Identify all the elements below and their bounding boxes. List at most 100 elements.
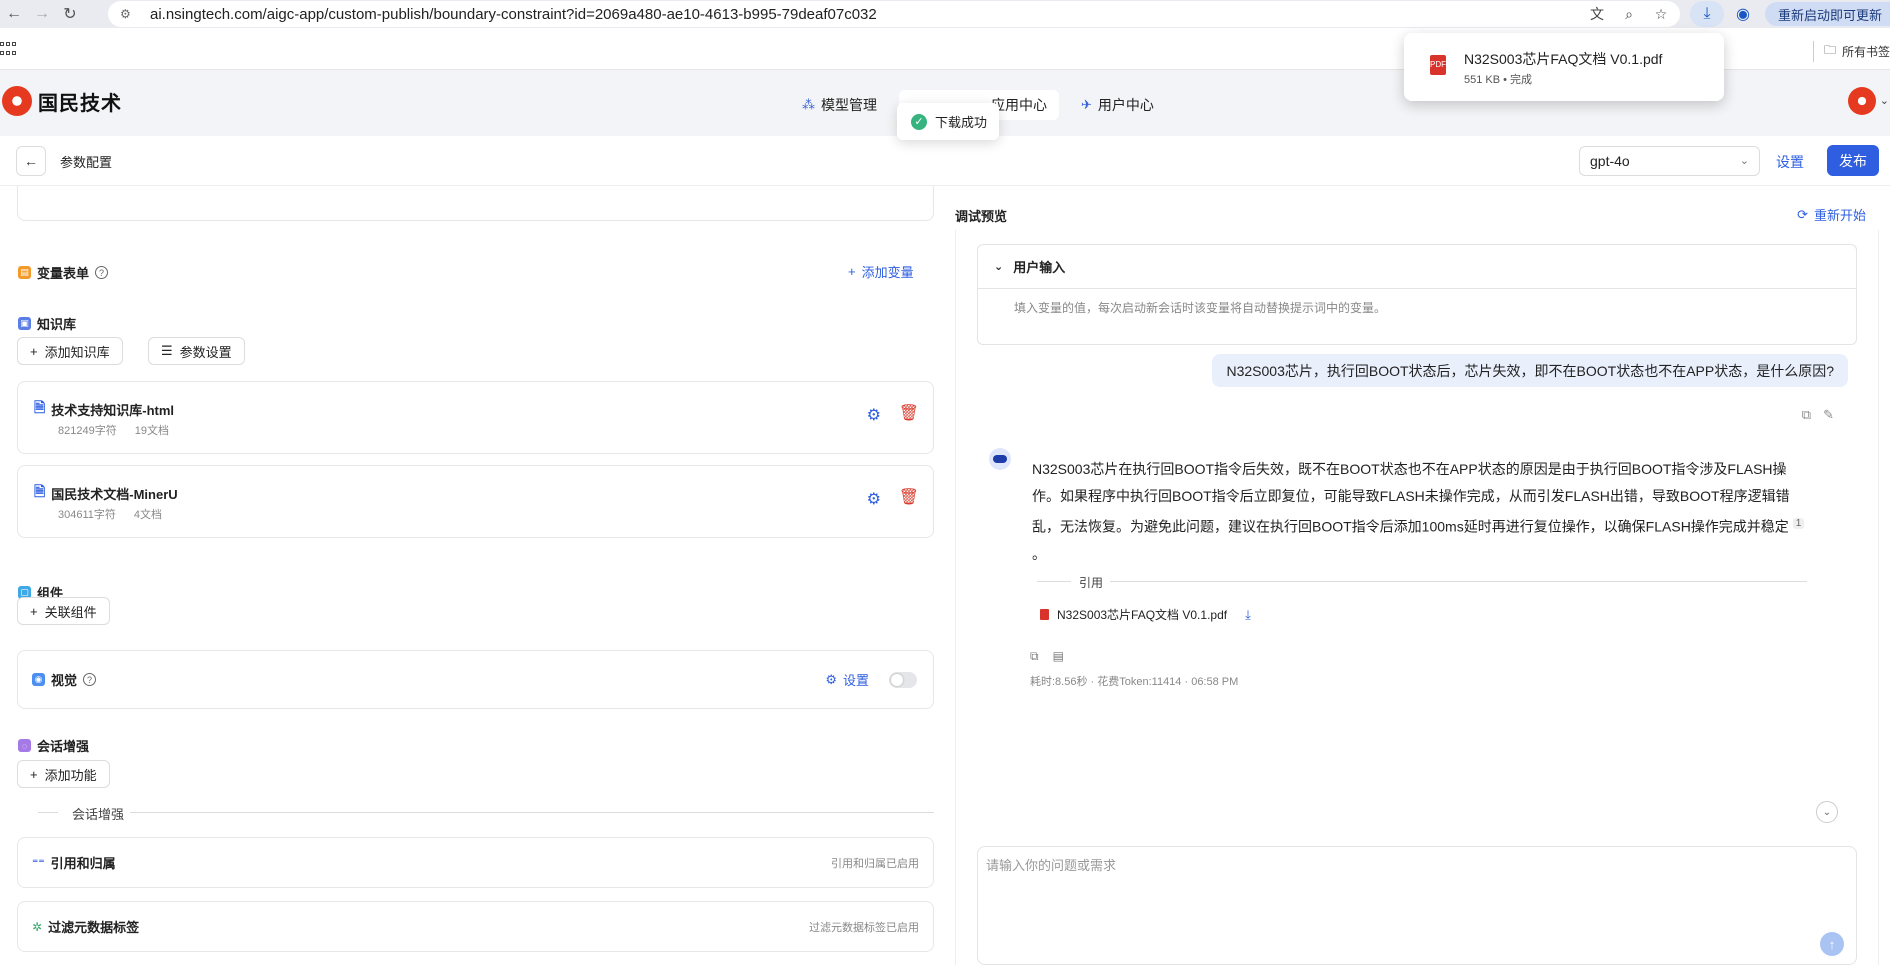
site-settings-icon[interactable]: ⚙ [120,7,136,21]
add-feature-button[interactable]: + 添加功能 [17,760,110,788]
knowledge-item[interactable]: 🗎 技术支持知识库-html 821249字符 19文档 ⚙ 🗑 [17,381,934,454]
back-arrow-icon[interactable]: ← [0,0,28,28]
reload-icon[interactable]: ↻ [56,0,84,28]
answer-tail: 。 [1032,545,1046,562]
metadata-filter-card[interactable]: ✲ 过滤元数据标签 过滤元数据标签已启用 [17,901,934,952]
knowledge-section-title: ▣ 知识库 [18,314,76,333]
divider [130,812,934,813]
variables-title: 变量表单 [37,266,90,281]
link-component-button[interactable]: + 关联组件 [17,597,110,625]
update-button[interactable]: 重新启动即可更新 [1765,2,1890,26]
prompt-card[interactable] [17,186,934,221]
zoom-icon[interactable]: ⌕ [1618,6,1640,23]
knowledge-item-name: 🗎 国民技术文档-MinerU [34,481,178,505]
model-select[interactable]: gpt-4o ⌄ [1579,146,1760,176]
chevron-down-icon: ⌄ [1739,155,1749,167]
divider [1110,581,1807,582]
param-settings-button[interactable]: ☰ 参数设置 [148,337,245,365]
char-count: 304611字符 [58,509,116,521]
knowledge-item-meta: 821249字符 19文档 [58,422,169,438]
chevron-down-icon[interactable]: ⌄ [1880,94,1889,107]
knowledge-item-label: 技术支持知识库-html [51,402,175,418]
gear-icon: ⚙ [825,671,837,687]
vision-card: ◉ 视觉 ? ⚙ 设置 [17,650,934,709]
reference-file-name[interactable]: N32S003芯片FAQ文档 V0.1.pdf [1057,606,1227,623]
help-icon[interactable]: ? [95,266,109,279]
plus-icon: + [30,766,38,782]
metadata-filter-label: 过滤元数据标签 [48,920,140,935]
edit-icon[interactable]: ✎ [1823,407,1834,423]
help-icon[interactable]: ? [83,673,97,686]
all-bookmarks[interactable]: 🗀 所有书签 [1812,41,1890,62]
back-button[interactable]: ← [16,146,46,176]
translate-icon[interactable]: 文 [1586,4,1608,24]
metadata-filter-status: 过滤元数据标签已启用 [809,922,919,934]
download-icon[interactable]: ⤓ [1690,1,1724,27]
chat-input[interactable] [986,855,1806,895]
publish-button[interactable]: 发布 [1827,145,1879,176]
reference-label: 引用 [1079,576,1104,590]
avatar[interactable] [1848,87,1876,115]
download-icon[interactable]: ⤓ [1245,607,1251,623]
scroll-down-button[interactable]: ⌄ [1816,801,1838,823]
doc-count: 4文档 [133,509,163,521]
add-knowledge-label: 添加知识库 [44,344,110,360]
nav-model-management[interactable]: ⁂ 模型管理 [790,90,889,120]
document-icon: 🗎 [34,483,46,499]
pdf-file-icon: PDF [1430,55,1446,75]
trash-icon[interactable]: 🗑 [899,403,919,423]
divider [1037,581,1071,582]
debug-preview-panel: 调试预览 ⟳ 重新开始 ⌄ 用户输入 填入变量的值，每次启动新会话时该变量将自动… [952,186,1890,965]
vision-title: ◉ 视觉 ? [32,670,97,689]
quote-icon: ⁼⁼ [32,855,45,870]
address-bar[interactable]: ⚙ ai.nsingtech.com/aigc-app/custom-publi… [108,1,1680,27]
send-button[interactable]: ↑ [1820,932,1844,956]
bot-avatar [989,448,1011,470]
answer-tools: ⧉ ▤ [1030,649,1064,664]
add-variable-button[interactable]: + 添加变量 [848,262,914,281]
nav-label: 用户中心 [1097,97,1154,113]
gear-icon[interactable]: ⚙ [867,405,881,425]
address-bar-tools: 文 ⌕ ☆ [1586,1,1672,27]
trash-icon[interactable]: 🗑 [899,487,919,507]
link-component-label: 关联组件 [44,604,97,620]
check-circle-icon: ✓ [911,113,927,130]
vision-settings-button[interactable]: ⚙ 设置 [825,670,869,689]
config-panel: ▤ 变量表单 ? + 添加变量 ▣ 知识库 + 添加知识库 ☰ 参数设置 🗎 技… [0,186,952,965]
plus-icon: + [848,264,856,279]
plus-icon: + [30,343,38,359]
eye-icon: ◉ [32,673,45,686]
param-settings-label: 参数设置 [179,344,232,360]
nav-label: 应用中心 [991,97,1047,113]
reference-file[interactable]: N32S003芯片FAQ文档 V0.1.pdf ⤓ [1040,606,1251,623]
user-input-header[interactable]: ⌄ 用户输入 [978,245,1856,289]
download-file-name[interactable]: N32S003芯片FAQ文档 V0.1.pdf [1464,49,1662,69]
chat-bubble-icon: ◌ [18,739,31,752]
success-toast: ✓ 下载成功 [897,103,999,140]
bookmark-star-icon[interactable]: ☆ [1650,6,1672,23]
note-icon[interactable]: ▤ [1053,649,1064,664]
model-select-value: gpt-4o [1590,153,1630,169]
url-text[interactable]: ai.nsingtech.com/aigc-app/custom-publish… [150,6,877,23]
apps-grid-icon[interactable] [0,42,16,58]
profile-icon[interactable]: ◉ [1732,4,1754,24]
citation-card[interactable]: ⁼⁼ 引用和归属 引用和归属已启用 [17,837,934,888]
copy-icon[interactable]: ⧉ [1802,407,1811,423]
gear-icon[interactable]: ⚙ [867,489,881,509]
restart-button[interactable]: ⟳ 重新开始 [1797,205,1866,224]
brand-logo[interactable]: 国民技术 [2,86,122,116]
config-header: ← 参数配置 gpt-4o ⌄ 设置 发布 [0,136,1890,186]
add-knowledge-button[interactable]: + 添加知识库 [17,337,123,365]
answer-meta: 耗时:8.56秒 · 花费Token:11414 · 06:58 PM [1030,676,1239,688]
nav-user-center[interactable]: ✈ 用户中心 [1069,90,1166,120]
settings-link[interactable]: 设置 [1776,152,1804,172]
citation-marker[interactable]: 1 [1792,518,1805,529]
folder-icon: 🗀 [1823,43,1836,57]
knowledge-item[interactable]: 🗎 国民技术文档-MinerU 304611字符 4文档 ⚙ 🗑 [17,465,934,538]
knowledge-item-name: 🗎 技术支持知识库-html [34,397,174,421]
forward-arrow-icon[interactable]: → [28,0,56,28]
copy-icon[interactable]: ⧉ [1030,649,1039,664]
vision-toggle[interactable] [889,672,917,688]
download-file-meta: 551 KB • 完成 [1464,74,1533,86]
knowledge-item-label: 国民技术文档-MinerU [51,486,178,502]
